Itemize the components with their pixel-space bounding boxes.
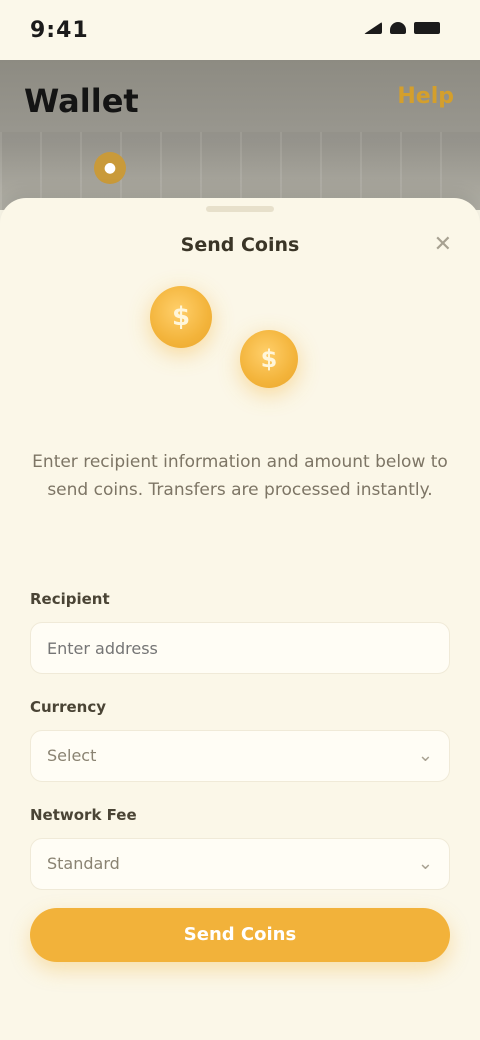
- status-icons: [364, 22, 440, 34]
- recipient-input[interactable]: [31, 623, 449, 673]
- network-fee-value: Standard: [47, 854, 120, 873]
- recipient-label: Recipient: [30, 590, 110, 608]
- coin-icon[interactable]: ●: [94, 152, 126, 184]
- close-icon[interactable]: ✕: [434, 232, 452, 257]
- chevron-down-icon: ⌄: [417, 853, 433, 874]
- help-button[interactable]: Help: [397, 84, 454, 109]
- coin-symbol: $: [171, 302, 191, 332]
- send-coins-button[interactable]: Send Coins: [30, 908, 450, 962]
- currency-value: Select: [47, 746, 97, 765]
- coin-illustration-icon: $: [150, 286, 212, 348]
- chevron-down-icon: ⌄: [417, 745, 433, 766]
- sheet-description: Enter recipient information and amount b…: [32, 452, 448, 500]
- network-fee-select[interactable]: Standard ⌄: [30, 838, 450, 890]
- bottom-sheet: Send Coins ✕ $ $ Enter recipient informa…: [0, 198, 480, 1040]
- recipient-field[interactable]: [30, 622, 450, 674]
- network-fee-label: Network Fee: [30, 806, 137, 824]
- battery-icon: [414, 22, 440, 34]
- status-bar: 9:41: [0, 0, 480, 60]
- currency-label: Currency: [30, 698, 107, 716]
- currency-select[interactable]: Select ⌄: [30, 730, 450, 782]
- app-header: Wallet Help ●: [0, 60, 480, 210]
- page-title: Wallet: [24, 82, 139, 120]
- coin-illustration-icon: $: [240, 330, 298, 388]
- sheet-title: Send Coins: [180, 234, 300, 256]
- wifi-icon: [390, 22, 406, 34]
- coin-symbol: $: [260, 345, 278, 373]
- signal-icon: [364, 22, 382, 34]
- sheet-grab-handle[interactable]: [206, 206, 274, 212]
- status-time: 9:41: [30, 18, 89, 43]
